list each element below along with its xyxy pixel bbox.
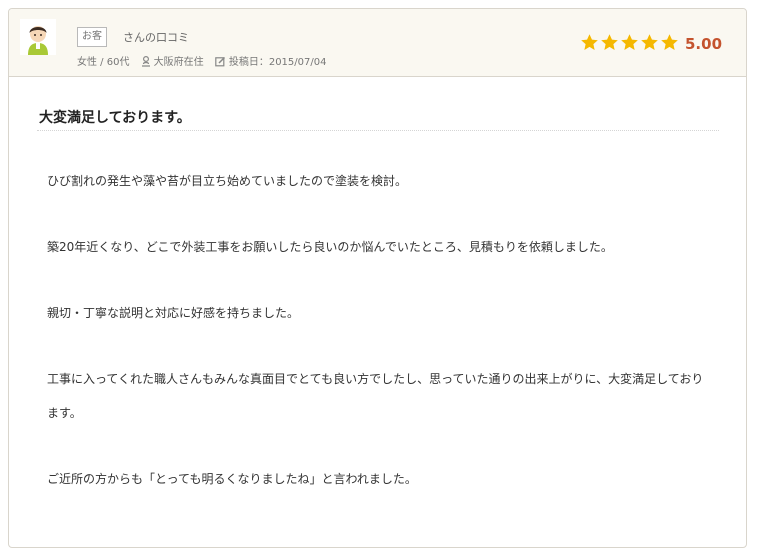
review-paragraph: ひび割れの発生や藻や苔が目立ち始めていましたので塗装を検討。	[47, 174, 408, 188]
edit-icon	[215, 56, 229, 68]
user-avatar-icon	[20, 19, 56, 55]
review-meta: 女性 / 60代 大阪府在住 投稿日：2015/07/04	[77, 53, 334, 68]
star-icon	[620, 33, 639, 56]
posted-item: 投稿日：2015/07/04	[215, 56, 327, 68]
star-icon	[580, 33, 599, 56]
review-paragraph: 工事に入ってくれた職人さんもみんな真面目でとても良い方でしたし、思っていた通りの…	[47, 372, 704, 420]
review-paragraph: 親切・丁寧な説明と対応に好感を持ちました。	[47, 306, 300, 320]
review-paragraph: ご近所の方からも「とっても明るくなりましたね」と言われました。	[47, 472, 417, 486]
location-item: 大阪府在住	[141, 55, 207, 68]
review-header: お客 さんの口コミ 女性 / 60代 大阪府在住 投稿日：2015/07/04 …	[9, 9, 746, 77]
title-divider	[37, 130, 719, 131]
location-text: 大阪府在住	[153, 57, 204, 68]
reviewer-name: さんの口コミ	[123, 31, 189, 44]
star-icon	[660, 33, 679, 56]
gender-age: 女性 / 60代	[77, 57, 130, 68]
rating-stars	[580, 33, 680, 55]
review-body: ひび割れの発生や藻や苔が目立ち始めていましたので塗装を検討。 築20年近くなり、…	[47, 164, 707, 496]
star-icon	[640, 33, 659, 56]
star-icon	[600, 33, 619, 56]
review-title: 大変満足しております。	[39, 110, 191, 126]
rating-score: 5.00	[685, 35, 723, 53]
posted-date: 投稿日：2015/07/04	[228, 57, 327, 68]
customer-tag: お客	[77, 27, 107, 47]
review-paragraph: 築20年近くなり、どこで外装工事をお願いしたら良いのか悩んでいたところ、見積もり…	[47, 240, 613, 254]
person-pin-icon	[141, 55, 154, 68]
review-card: お客 さんの口コミ 女性 / 60代 大阪府在住 投稿日：2015/07/04 …	[8, 8, 747, 548]
